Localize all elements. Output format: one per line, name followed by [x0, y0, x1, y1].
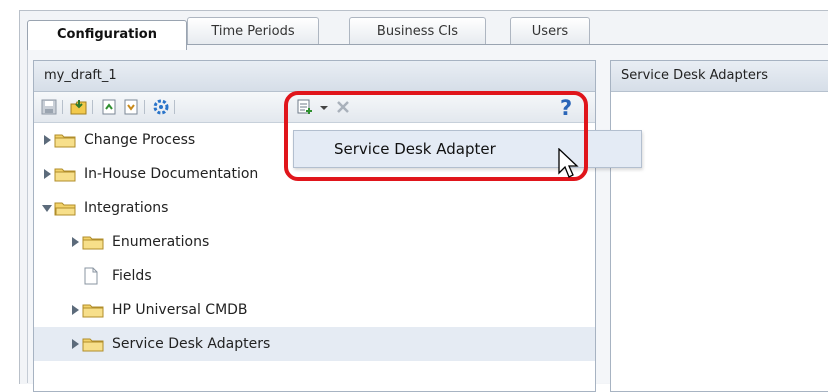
tree-item-service-desk-adapters[interactable]: Service Desk Adapters [34, 327, 595, 361]
tab-time-periods[interactable]: Time Periods [187, 17, 319, 45]
save-icon[interactable] [40, 98, 58, 116]
expand-arrow-icon[interactable] [72, 339, 79, 349]
folder-icon [82, 234, 104, 250]
help-icon[interactable]: ? [557, 96, 577, 120]
configuration-tree-panel: my_draft_1 ? Change Process In-House Doc… [33, 60, 596, 392]
tree-item-fields[interactable]: Fields [34, 259, 595, 293]
details-panel: Service Desk Adapters [610, 60, 828, 392]
tab-business-cis[interactable]: Business CIs [349, 17, 486, 45]
folder-icon [82, 302, 104, 318]
new-item-icon[interactable] [296, 98, 314, 116]
file-icon [84, 267, 98, 285]
expand-arrow-icon[interactable] [44, 135, 51, 145]
svg-text:?: ? [560, 96, 572, 118]
menu-item-service-desk-adapter[interactable]: Service Desk Adapter [334, 131, 496, 167]
tree-toolbar: ? [34, 92, 595, 123]
expand-arrow-icon[interactable] [72, 305, 79, 315]
tree-item-label: In-House Documentation [84, 166, 259, 182]
tree-item-label: Service Desk Adapters [112, 336, 271, 352]
folder-icon [54, 132, 76, 148]
expand-arrow-icon[interactable] [44, 169, 51, 179]
import-icon[interactable] [70, 98, 88, 116]
delete-icon[interactable] [334, 98, 352, 116]
tree-item-enumerations[interactable]: Enumerations [34, 225, 595, 259]
folder-icon [54, 166, 76, 182]
tab-configuration[interactable]: Configuration [27, 20, 187, 50]
tree-item-label: Change Process [84, 132, 196, 148]
tree-item-label: Enumerations [112, 234, 210, 250]
toolbar-separator [144, 100, 145, 114]
toolbar-separator [92, 100, 93, 114]
collapse-arrow-icon[interactable] [42, 205, 52, 212]
move-down-icon[interactable] [122, 98, 140, 116]
gear-icon[interactable] [152, 98, 170, 116]
tab-users[interactable]: Users [510, 17, 590, 45]
toolbar-separator [174, 100, 175, 114]
tree-item-label: HP Universal CMDB [112, 302, 248, 318]
tree-item-integrations[interactable]: Integrations [34, 191, 595, 225]
tree-item-label: Fields [112, 268, 152, 284]
tree-item-hp-universal-cmdb[interactable]: HP Universal CMDB [34, 293, 595, 327]
tree-item-label: Integrations [84, 200, 169, 216]
expand-arrow-icon[interactable] [72, 237, 79, 247]
dropdown-arrow-icon[interactable] [316, 98, 334, 116]
mouse-pointer-icon [557, 147, 579, 180]
folder-icon [82, 336, 104, 352]
open-folder-icon [54, 200, 76, 216]
toolbar-separator [62, 100, 63, 114]
panel-title: my_draft_1 [34, 61, 595, 92]
new-item-dropdown-menu: Service Desk Adapter [293, 130, 642, 168]
move-up-icon[interactable] [100, 98, 118, 116]
details-panel-title: Service Desk Adapters [611, 61, 828, 92]
